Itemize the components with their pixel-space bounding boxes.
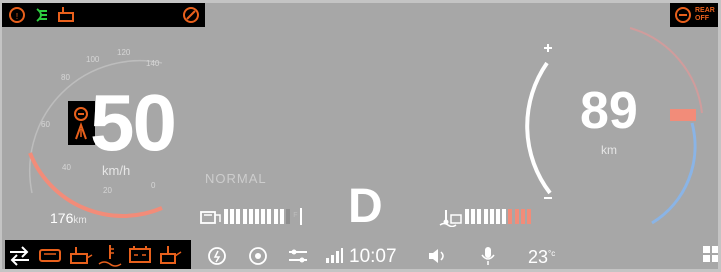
temperature-value: 23 <box>528 247 549 267</box>
rear-lamp-icon <box>675 7 691 23</box>
rear-off-badge: REAR OFF <box>670 3 718 27</box>
level-segment <box>483 209 488 224</box>
battery-icon <box>39 248 61 262</box>
level-segment <box>527 209 531 224</box>
level-segment <box>520 209 525 224</box>
power-icon[interactable] <box>206 245 228 267</box>
level-segment <box>514 209 519 224</box>
level-segment <box>279 209 284 224</box>
top-left-indicator-bar: ! <box>2 3 205 27</box>
range-value: 89 <box>580 82 638 140</box>
range-blue-arc <box>651 122 697 225</box>
level-segment <box>267 209 272 224</box>
gear-indicator: D <box>348 180 383 233</box>
level-segment <box>477 209 482 224</box>
range-red-arc <box>629 27 703 114</box>
apps-grid-icon[interactable] <box>703 246 718 262</box>
fuel-level-bar: F <box>224 208 303 225</box>
range-white-arc <box>525 61 552 195</box>
tpms-icon: ! <box>9 7 25 23</box>
odometer-unit: km <box>73 215 87 226</box>
range-needle <box>670 109 696 121</box>
drive-mode: NORMAL <box>205 171 267 186</box>
range-unit: km <box>601 143 617 157</box>
level-segment <box>230 209 235 224</box>
volume-icon[interactable] <box>427 247 449 265</box>
level-segment <box>242 209 247 224</box>
level-segment <box>248 209 253 224</box>
settings-sliders-icon[interactable] <box>287 247 309 265</box>
outside-temperature: 23°c <box>528 247 555 268</box>
target-icon[interactable] <box>247 245 269 267</box>
tick-0: 0 <box>151 181 156 190</box>
fuel-pump-icon <box>200 211 221 224</box>
instrument-cluster: ! REAR OFF 0 20 40 60 80 100 120 140 50 … <box>2 3 718 269</box>
coolant-temp-icon <box>439 210 462 227</box>
level-segment <box>489 209 494 224</box>
rear-label: REAR <box>695 7 715 14</box>
off-label: OFF <box>695 15 709 22</box>
oil-icon <box>70 246 93 264</box>
svg-text:!: ! <box>16 12 18 21</box>
temperature-unit: °c <box>548 249 556 258</box>
level-segment <box>261 209 266 224</box>
level-segment <box>496 209 500 224</box>
tick-100: 100 <box>86 55 100 64</box>
bottom-warning-bar <box>5 240 191 269</box>
signal-icon <box>326 248 343 263</box>
oil-pressure-icon <box>160 245 182 264</box>
fuel-full-label: F <box>293 212 298 219</box>
coolant-level-bar <box>465 208 545 225</box>
level-segment <box>224 209 228 224</box>
level-segment <box>236 209 241 224</box>
light-icon <box>36 8 47 22</box>
tick-140: 140 <box>146 59 160 68</box>
odometer-value: 176 <box>50 210 74 226</box>
speed-value: 50 <box>90 78 177 167</box>
level-segment <box>465 209 469 224</box>
tick-60: 60 <box>41 120 50 129</box>
tick-20: 20 <box>103 186 112 195</box>
coolant-icon <box>98 244 122 267</box>
level-segment <box>502 209 507 224</box>
status-circle-icon <box>183 7 199 23</box>
clock: 10:07 <box>349 246 397 267</box>
fuel-end-mark <box>300 208 303 225</box>
level-segment <box>508 209 513 224</box>
charge-icon <box>129 245 151 263</box>
level-segment <box>471 209 476 224</box>
speed-unit: km/h <box>102 163 131 178</box>
microphone-icon[interactable] <box>479 245 497 267</box>
tick-80: 80 <box>61 73 70 82</box>
level-segment <box>286 209 290 224</box>
tick-120: 120 <box>117 48 131 57</box>
level-segment <box>255 209 259 224</box>
transmission-icon <box>10 245 29 266</box>
odometer: 176km <box>50 210 87 226</box>
level-segment <box>273 209 278 224</box>
tick-40: 40 <box>62 163 71 172</box>
oil-can-icon <box>58 7 74 22</box>
